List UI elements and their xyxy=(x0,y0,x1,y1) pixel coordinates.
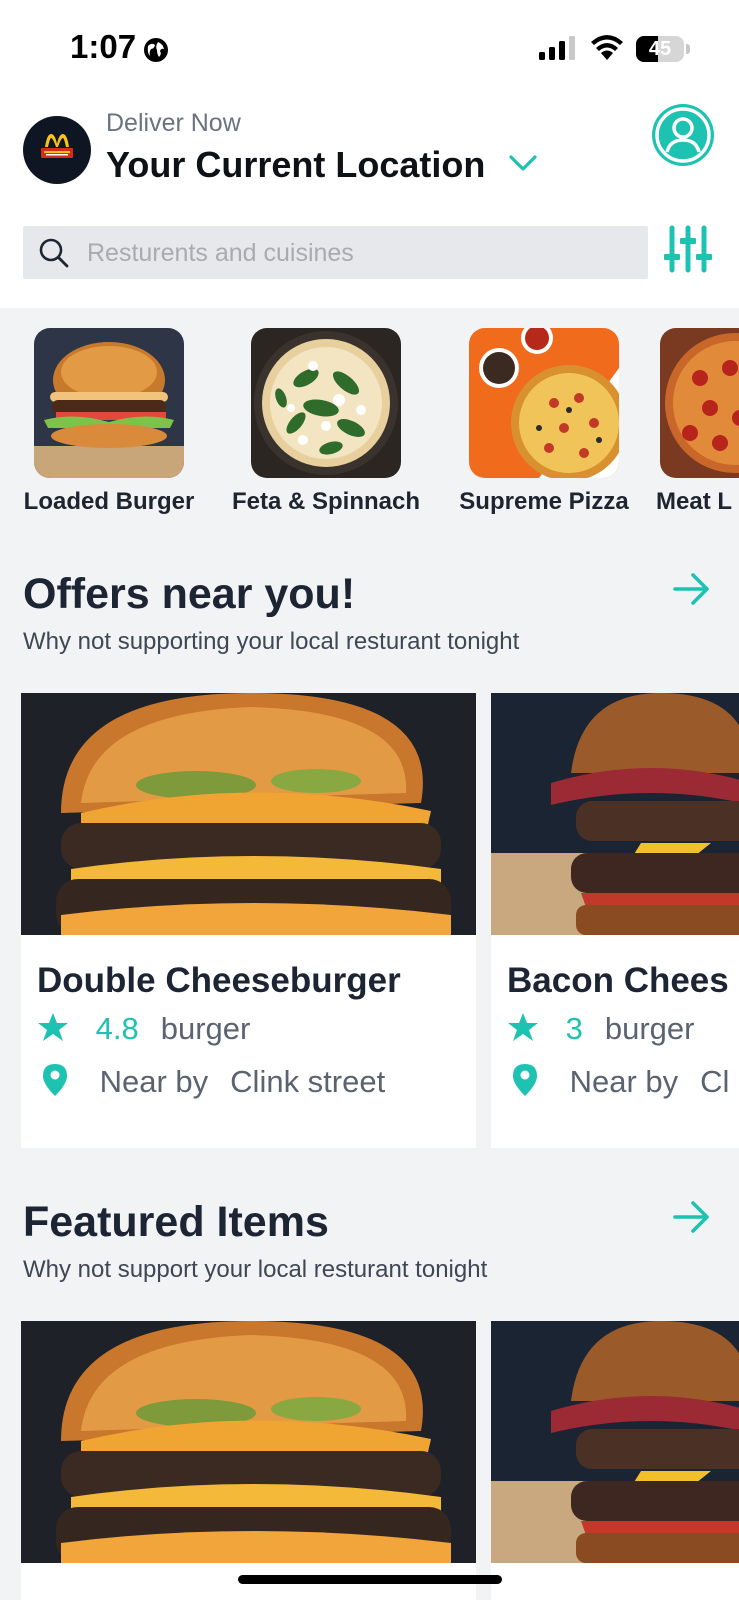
filter-sliders-icon[interactable] xyxy=(664,224,712,274)
near-by-label: Near by xyxy=(99,1064,209,1099)
status-time: 1:07 xyxy=(70,28,137,65)
header: Deliver Now Your Current Location Restur… xyxy=(0,100,739,308)
rating-value: 3 xyxy=(565,1011,583,1046)
offer-card[interactable]: Bacon Chees 3 burger Near by Cl xyxy=(491,693,739,1148)
category-label: Meat L xyxy=(656,488,733,515)
search-placeholder: Resturents and cuisines xyxy=(87,239,354,267)
street-name: Cl xyxy=(700,1064,730,1099)
bacon-cheeseburger-image xyxy=(491,693,739,935)
location-pin-icon xyxy=(513,1064,537,1096)
battery-cap xyxy=(686,44,690,54)
street-name: Clink street xyxy=(230,1064,386,1099)
profile-avatar-icon[interactable] xyxy=(652,104,714,166)
featured-card[interactable] xyxy=(491,1321,739,1600)
deliver-mode-label: Deliver Now xyxy=(106,109,241,137)
globe-icon xyxy=(144,38,168,62)
featured-carousel[interactable] xyxy=(0,1321,739,1600)
category-supreme-pizza[interactable]: Supreme Pizza xyxy=(446,328,642,516)
featured-section-subtitle: Why not support your local resturant ton… xyxy=(23,1256,488,1283)
loaded-burger-image xyxy=(34,328,184,478)
feta-spinach-image xyxy=(251,328,401,478)
arrow-right-icon[interactable] xyxy=(672,572,712,606)
offer-card-location-row: Near by Clink street xyxy=(37,1064,385,1100)
category-meat-lovers[interactable]: Meat L xyxy=(638,328,739,516)
home-indicator[interactable] xyxy=(238,1575,502,1584)
restaurant-logo[interactable] xyxy=(23,116,91,184)
category-feta-spinach[interactable]: Feta & Spinnach xyxy=(228,328,424,516)
category-loaded-burger[interactable]: Loaded Burger xyxy=(11,328,207,516)
status-bar: 1:07 45 xyxy=(0,0,739,100)
location-selector[interactable]: Your Current Location xyxy=(106,144,485,186)
category-carousel[interactable]: Loaded Burger Feta & Spinnach Supreme Pi… xyxy=(0,310,739,520)
featured-card[interactable] xyxy=(21,1321,476,1600)
category-label: Feta & Spinnach xyxy=(231,488,421,515)
offer-card[interactable]: Double Cheeseburger 4.8 burger Near by Cli… xyxy=(21,693,476,1148)
offer-card-location-row: Near by Cl xyxy=(507,1064,729,1100)
offer-card-rating-row: 4.8 burger xyxy=(37,1011,250,1047)
star-icon xyxy=(508,1013,538,1041)
supreme-pizza-image xyxy=(469,328,619,478)
battery-level: 45 xyxy=(648,38,672,60)
wifi-icon xyxy=(591,35,623,60)
location-pin-icon xyxy=(43,1064,67,1096)
offer-card-rating-row: 3 burger xyxy=(507,1011,694,1047)
featured-burger-image xyxy=(21,1321,476,1563)
cellular-signal-icon xyxy=(539,36,575,60)
category-label: Loaded Burger xyxy=(23,488,195,515)
food-category: burger xyxy=(160,1011,251,1046)
rating-value: 4.8 xyxy=(95,1011,139,1046)
battery-icon: 45 xyxy=(636,36,684,62)
offer-card-title: Double Cheeseburger xyxy=(37,961,401,1000)
featured-bacon-burger-image xyxy=(491,1321,739,1563)
offers-section-subtitle: Why not supporting your local resturant … xyxy=(23,628,520,655)
food-category: burger xyxy=(604,1011,695,1046)
search-icon xyxy=(39,238,69,268)
double-cheeseburger-image xyxy=(21,693,476,935)
near-by-label: Near by xyxy=(569,1064,679,1099)
offers-carousel[interactable]: Double Cheeseburger 4.8 burger Near by Cli… xyxy=(0,693,739,1148)
offer-card-title: Bacon Chees xyxy=(507,961,729,1000)
star-icon xyxy=(38,1013,68,1041)
meat-pizza-image xyxy=(660,328,739,478)
arrow-right-icon[interactable] xyxy=(672,1200,712,1234)
offers-section-title: Offers near you! xyxy=(23,570,356,618)
category-label: Supreme Pizza xyxy=(459,488,629,515)
featured-section-title: Featured Items xyxy=(23,1198,329,1246)
mcdonalds-logo-icon xyxy=(41,134,73,158)
chevron-down-icon[interactable] xyxy=(508,153,538,173)
search-input[interactable]: Resturents and cuisines xyxy=(23,226,648,279)
